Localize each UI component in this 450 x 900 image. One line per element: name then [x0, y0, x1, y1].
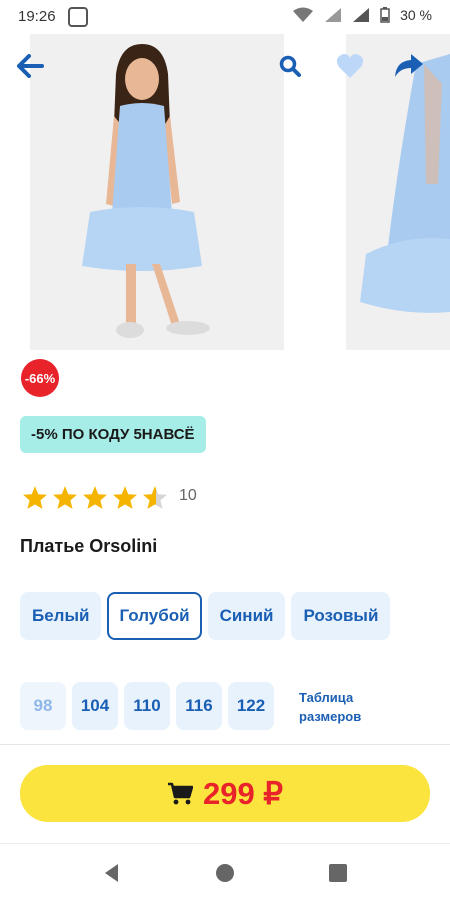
size-table-link[interactable]: Таблица размеров — [299, 688, 361, 726]
nav-home-icon[interactable] — [214, 862, 236, 884]
back-button[interactable] — [14, 50, 46, 82]
wifi-icon — [293, 7, 314, 22]
system-nav-bar — [0, 844, 450, 900]
status-time: 19:26 — [18, 8, 56, 25]
size-table-line-2: размеров — [299, 709, 362, 724]
discount-badge: -66% — [21, 359, 59, 397]
battery-text: 30 % — [400, 7, 432, 23]
search-icon — [279, 55, 301, 77]
signal-icon — [353, 8, 370, 22]
share-button[interactable] — [393, 50, 425, 82]
size-option[interactable]: 98 — [20, 682, 66, 730]
share-icon — [395, 54, 423, 77]
product-gallery[interactable] — [0, 34, 450, 350]
color-option-white[interactable]: Белый — [20, 592, 102, 640]
heart-icon — [336, 54, 364, 78]
size-table-line-1: Таблица — [299, 690, 354, 705]
status-icons: 30 % — [292, 7, 432, 23]
cart-icon — [167, 782, 193, 804]
search-button[interactable] — [274, 50, 306, 82]
status-bar: 19:26 30 % — [0, 0, 450, 34]
promo-code-badge: -5% ПО КОДУ 5НАВСЁ — [20, 416, 206, 453]
add-to-cart-button[interactable]: 299 ₽ — [20, 765, 430, 822]
battery-icon — [380, 7, 390, 23]
star-half-icon — [143, 486, 167, 509]
signal-x-icon — [325, 8, 342, 22]
product-title: Платье Orsolini — [20, 536, 158, 556]
favorite-button[interactable] — [334, 50, 366, 82]
nav-back-icon[interactable] — [101, 862, 123, 884]
rating-stars[interactable] — [22, 485, 168, 510]
color-option-light-blue[interactable]: Голубой — [107, 592, 202, 640]
size-option[interactable]: 116 — [176, 682, 222, 730]
back-arrow-icon — [17, 54, 44, 78]
price: 299 ₽ — [202, 775, 284, 811]
star-icon — [23, 486, 47, 509]
color-selector: Белый Голубой Синий Розовый — [20, 592, 391, 640]
rating-count[interactable]: 10 — [179, 487, 197, 505]
color-option-blue[interactable]: Синий — [207, 592, 286, 640]
size-option[interactable]: 110 — [124, 682, 170, 730]
size-option[interactable]: 104 — [72, 682, 118, 730]
color-option-pink[interactable]: Розовый — [291, 592, 391, 640]
star-icon — [83, 486, 107, 509]
nav-recents-icon[interactable] — [327, 862, 349, 884]
girl-dress-image — [30, 34, 284, 350]
home-icon — [68, 7, 88, 27]
star-icon — [53, 486, 77, 509]
divider — [0, 744, 450, 745]
size-selector: 98 104 110 116 122 — [20, 682, 274, 730]
product-photo[interactable] — [30, 34, 284, 350]
size-option[interactable]: 122 — [228, 682, 274, 730]
star-icon — [113, 486, 137, 509]
